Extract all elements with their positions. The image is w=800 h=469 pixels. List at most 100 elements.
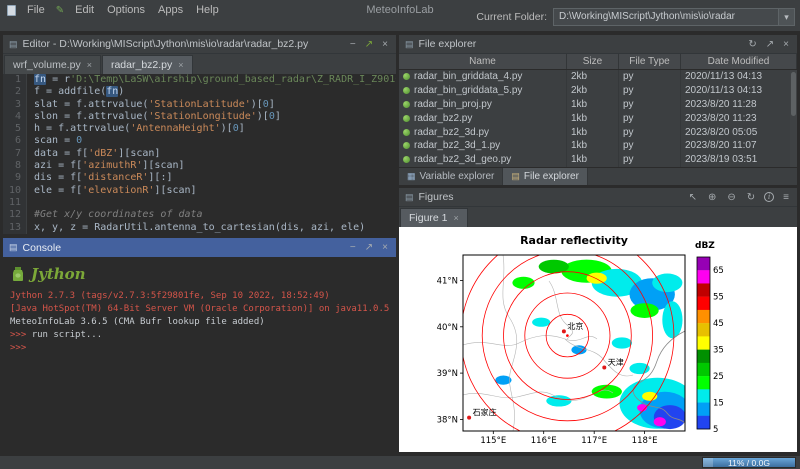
python-file-icon [403,73,410,80]
file-cell: 2020/11/13 04:13 [681,70,797,84]
code-line-text[interactable]: #Get x/y coordinates of data [27,209,203,221]
zoom-in-icon[interactable]: ⊕ [706,192,718,203]
memory-indicator[interactable]: 11% / 0.0G [702,457,796,468]
menu-apps[interactable]: Apps [156,3,185,17]
column-header[interactable]: File Type [619,54,681,69]
file-table-rows: radar_bin_griddata_4.py2kbpy2020/11/13 0… [399,70,797,167]
code-line-text[interactable]: fn = r'D:\Temp\LaSW\airship\ground_based… [27,74,396,86]
menu-help[interactable]: Help [194,3,221,17]
refresh-icon[interactable]: ↻ [746,39,758,50]
line-number: 9 [3,172,27,184]
column-header[interactable]: Date Modified [681,54,797,69]
colorbar-tick-label: 65 [713,266,724,276]
column-header[interactable]: Name [399,54,567,69]
code-line-text[interactable]: dis = f['distanceR'][:] [27,172,173,184]
tab-file-explorer[interactable]: ▤ File explorer [503,168,588,185]
menu-edit[interactable]: Edit [73,3,96,17]
file-row[interactable]: radar_bz2_3d_1.py1kbpy2023/8/20 11:07 [399,139,797,153]
close-icon[interactable]: × [380,242,390,253]
code-line-text[interactable]: azi = f['azimuthR'][scan] [27,160,185,172]
file-explorer-title: File explorer [419,38,742,50]
float-icon[interactable]: ↗ [363,39,375,50]
code-line: 12#Get x/y coordinates of data [3,209,396,221]
console-output[interactable]: Jython Jython 2.7.3 (tags/v2.7.3:5f29801… [3,257,396,452]
file-row[interactable]: radar_bz2_3d.py1kbpy2023/8/20 05:05 [399,125,797,139]
file-cell: py [619,153,681,167]
tab-close-icon[interactable]: × [454,213,459,223]
city-dot [602,366,606,370]
scrollbar[interactable] [790,70,797,167]
line-number: 6 [3,135,27,147]
tab-close-icon[interactable]: × [178,60,183,70]
menu-file[interactable]: File [25,3,47,17]
identify-info-icon[interactable]: i [764,192,774,202]
file-table: NameSizeFile TypeDate Modified radar_bin… [399,54,797,167]
tab-label: wrf_volume.py [13,59,81,71]
code-line-text[interactable] [27,197,34,209]
code-line: 1fn = r'D:\Temp\LaSW\airship\ground_base… [3,74,396,86]
tab-wrf-volume-py[interactable]: wrf_volume.py × [4,55,101,74]
python-file-icon [403,87,410,94]
right-column: ▤ File explorer ↻ ↗ × NameSizeFile TypeD… [399,35,797,452]
file-cell: 1kb [567,111,619,125]
console-line: >>> run script... [10,329,389,342]
code-line-text[interactable]: x, y, z = RadarUtil.antenna_to_cartesian… [27,222,365,234]
code-line-text[interactable]: data = f['dBZ'][scan] [27,148,160,160]
editor-panel-icon: ▤ [9,39,18,50]
scrollbar-thumb[interactable] [791,72,796,116]
file-row[interactable]: radar_bin_proj.py1kbpy2023/8/20 11:28 [399,98,797,112]
current-folder-combobox[interactable]: D:\Working\MIScript\Jython\mis\io\radar … [553,8,795,26]
file-cell: py [619,84,681,98]
menu-icon[interactable]: ≡ [781,192,791,203]
console-line: [Java HotSpot(TM) 64-Bit Server VM (Orac… [10,303,389,316]
file-row[interactable]: radar_bz2.py1kbpy2023/8/20 11:23 [399,111,797,125]
file-name-cell: radar_bin_griddata_4.py [399,70,567,84]
svg-text:116°E: 116°E [531,436,557,446]
tab-radar-bz2-py[interactable]: radar_bz2.py × [102,55,193,74]
file-cell: 1kb [567,153,619,167]
tab-label: radar_bz2.py [111,59,172,71]
colorbar-tick-label: 35 [713,346,724,356]
file-row[interactable]: radar_bin_griddata_4.py2kbpy2020/11/13 0… [399,70,797,84]
tab-variable-explorer[interactable]: ▦ Variable explorer [399,168,503,185]
code-editor[interactable]: 1fn = r'D:\Temp\LaSW\airship\ground_base… [3,74,396,235]
city-label: 天津 [608,357,624,367]
code-line: 13x, y, z = RadarUtil.antenna_to_cartesi… [3,222,396,234]
tab-label: Variable explorer [420,171,495,182]
code-line-text[interactable]: ele = f['elevationR'][scan] [27,185,197,197]
code-line-text[interactable]: h = f.attrvalue('AntennaHeight')[0] [27,123,245,135]
close-icon[interactable]: × [781,39,791,50]
file-cell: py [619,125,681,139]
code-line-text[interactable]: scan = 0 [27,135,82,147]
line-number: 13 [3,222,27,234]
editor-panel: ▤ Editor - D:\Working\MIScript\Jython\mi… [3,35,396,235]
figures-toolbar: ↖ ⊕ ⊖ ↻ i ≡ [687,192,791,203]
file-row[interactable]: radar_bin_griddata_5.py2kbpy2020/11/13 0… [399,84,797,98]
file-row[interactable]: radar_bz2_3d_geo.py1kbpy2023/8/19 03:51 [399,153,797,167]
chevron-down-icon[interactable]: ▾ [778,9,794,25]
menu-options[interactable]: Options [105,3,147,17]
edit-pencil-icon[interactable]: ✎ [56,5,64,16]
code-line-text[interactable]: slon = f.attrvalue('StationLongitude')[0… [27,111,281,123]
float-icon[interactable]: ↗ [363,242,375,253]
code-line-text[interactable]: f = addfile(fn) [27,86,124,98]
select-cursor-icon[interactable]: ↖ [687,192,699,203]
float-icon[interactable]: ↗ [764,39,776,50]
python-file-icon [403,156,410,163]
column-header[interactable]: Size [567,54,619,69]
svg-text:115°E: 115°E [480,436,506,446]
refresh-icon[interactable]: ↻ [745,192,757,203]
code-line-text[interactable]: slat = f.attrvalue('StationLatitude')[0] [27,99,275,111]
code-line: 7data = f['dBZ'][scan] [3,148,396,160]
close-icon[interactable]: × [380,39,390,50]
figure-canvas[interactable]: 115°E116°E117°E118°E38°N39°N40°N41°NRada… [399,227,797,452]
tab-close-icon[interactable]: × [87,60,92,70]
file-cell: 2kb [567,84,619,98]
zoom-out-icon[interactable]: ⊖ [725,192,737,203]
file-name-cell: radar_bz2.py [399,111,567,125]
minimize-icon[interactable]: − [348,242,358,253]
minimize-icon[interactable]: − [348,39,358,50]
new-script-icon[interactable] [7,5,16,16]
tab-figure-1[interactable]: Figure 1 × [400,208,468,227]
editor-panel-title: Editor - D:\Working\MIScript\Jython\mis\… [23,38,343,50]
